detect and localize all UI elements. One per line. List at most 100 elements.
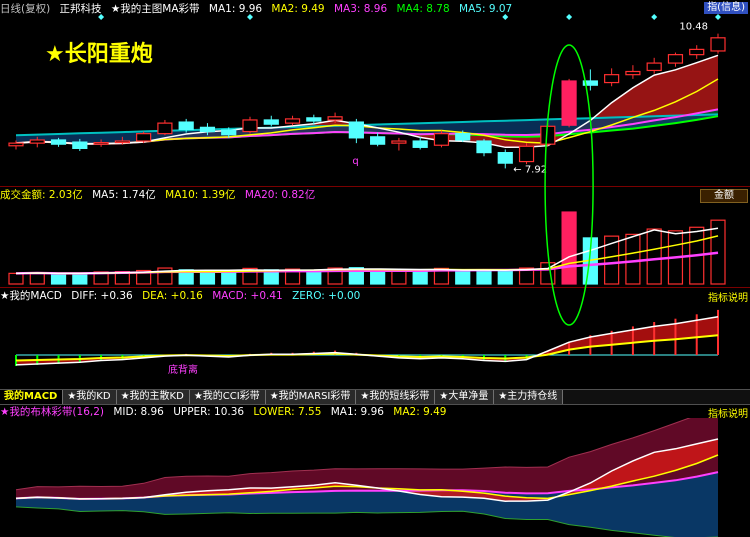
bottom-divergence-label: 底背离 <box>168 365 198 376</box>
volume-bar <box>391 269 407 285</box>
volume-bar <box>221 271 237 285</box>
turnover-label: 成交金额: 2.03亿 <box>0 189 83 201</box>
volume-bar <box>646 228 662 285</box>
volume-chart[interactable] <box>0 202 750 286</box>
candle-body <box>114 140 130 144</box>
tab-main-retail-kd[interactable]: ★我的主散KD <box>116 390 190 404</box>
candle-body <box>199 126 216 133</box>
stock-chart-window: { "main_header": { "period": "日线(复权)", "… <box>0 0 750 537</box>
tab-marsi-ribbon[interactable]: ★我的MARSI彩带 <box>265 390 357 404</box>
boll-header: ★我的布林彩带(16,2) MID: 8.96 UPPER: 10.36 LOW… <box>0 405 452 419</box>
tab-main-position[interactable]: ★主力持仓线 <box>494 390 564 404</box>
separator <box>0 186 750 187</box>
volume-header: 成交金额: 2.03亿 MA5: 1.74亿 MA10: 1.39亿 MA20:… <box>0 188 321 202</box>
boll-name[interactable]: ★我的布林彩带(16,2) <box>0 406 104 418</box>
signal-diamond <box>502 14 509 20</box>
q-marker: q <box>352 156 358 167</box>
candle-body <box>8 142 24 147</box>
low-price-label: ← 7.92 <box>513 164 547 175</box>
volume-bar <box>455 269 471 285</box>
candle-body <box>72 141 88 150</box>
amount-button[interactable]: 金额 <box>700 189 748 203</box>
candle-body <box>476 140 492 154</box>
macd-diff: DIFF: +0.36 <box>71 290 133 302</box>
candle-body <box>284 118 301 124</box>
candle-body <box>306 117 322 122</box>
volume-bar <box>50 273 67 285</box>
tab-short-ribbon[interactable]: ★我的短线彩带 <box>356 390 436 404</box>
volume-panel <box>0 202 750 286</box>
candle-body <box>221 129 237 136</box>
candle-body <box>348 121 364 139</box>
vol-ma5: MA5: 1.74亿 <box>92 189 156 201</box>
boll-panel <box>0 418 750 537</box>
volume-bar <box>29 272 45 285</box>
signal-diamond <box>566 14 573 20</box>
tab-cci-ribbon[interactable]: ★我的CCI彩带 <box>189 390 266 404</box>
boll-lower: LOWER: 7.55 <box>253 406 322 418</box>
vol-ma10: MA10: 1.39亿 <box>165 189 236 201</box>
ma-ribbon-blue <box>16 114 718 144</box>
signal-diamond <box>98 14 105 20</box>
volume-bar <box>306 269 322 285</box>
candle-body <box>497 152 513 164</box>
candle-body <box>327 116 343 121</box>
candle-body <box>455 133 471 141</box>
macd-value: MACD: +0.41 <box>212 290 283 302</box>
candle-body <box>29 139 45 144</box>
candle-body <box>604 74 620 84</box>
separator <box>0 287 750 288</box>
signal-diamond <box>247 14 253 20</box>
volume-bar <box>72 272 88 285</box>
banner-title: ★长阳重炮 <box>45 42 153 67</box>
candle-body <box>178 121 194 131</box>
macd-dea: DEA: +0.16 <box>142 290 203 302</box>
macd-name[interactable]: ★我的MACD <box>0 290 62 302</box>
boll-chart[interactable] <box>0 418 750 537</box>
candle-body <box>433 133 450 146</box>
candle-body <box>157 122 173 135</box>
tab-my-kd[interactable]: ★我的KD <box>63 390 117 404</box>
indicator-tabs: 我的MACD ★我的KD ★我的主散KD ★我的CCI彩带 ★我的MARSI彩带 ★我的短… <box>0 389 750 405</box>
candle-body <box>391 140 407 144</box>
tab-my-macd[interactable]: 我的MACD <box>0 390 64 404</box>
candle-body <box>518 145 535 163</box>
boll-ma2: MA2: 9.49 <box>393 406 447 418</box>
info-button[interactable]: 指(信息) <box>704 2 748 14</box>
vol-ma20: MA20: 0.82亿 <box>244 189 316 201</box>
candle-body <box>710 37 726 52</box>
candle-body <box>242 119 258 133</box>
candle-body <box>50 139 67 145</box>
candle-body <box>412 140 428 148</box>
candle-body <box>561 80 577 126</box>
candle-body <box>689 48 705 56</box>
macd-header: ★我的MACD DIFF: +0.36 DEA: +0.16 MACD: +0.… <box>0 289 366 303</box>
macd-panel <box>0 303 750 389</box>
volume-bar <box>8 272 24 285</box>
candle-body <box>93 142 109 145</box>
tab-big-order[interactable]: ★大单净量 <box>435 390 495 404</box>
volume-bar <box>199 270 216 285</box>
signal-diamond <box>715 14 721 20</box>
boll-upper: UPPER: 10.36 <box>173 406 245 418</box>
signal-diamond <box>651 14 658 20</box>
macd-zero: ZERO: +0.00 <box>292 290 361 302</box>
candle-body <box>370 136 386 145</box>
high-price-label: 10.48 <box>679 22 708 33</box>
boll-mid: MID: 8.96 <box>113 406 164 418</box>
candle-body <box>667 54 684 64</box>
volume-bar <box>476 269 492 285</box>
macd-help-button[interactable]: 指标说明 <box>708 289 748 304</box>
candle-body <box>582 80 598 86</box>
macd-chart[interactable] <box>0 303 750 389</box>
volume-bar <box>412 270 428 285</box>
candle-body <box>646 62 662 72</box>
volume-bar <box>625 233 641 285</box>
candle-body <box>136 133 152 142</box>
volume-bar <box>561 211 577 285</box>
candle-body <box>263 119 279 125</box>
candle-body <box>625 70 641 76</box>
volume-bar <box>497 270 513 285</box>
boll-ma1: MA1: 9.96 <box>330 406 384 418</box>
candle-body <box>540 125 556 145</box>
